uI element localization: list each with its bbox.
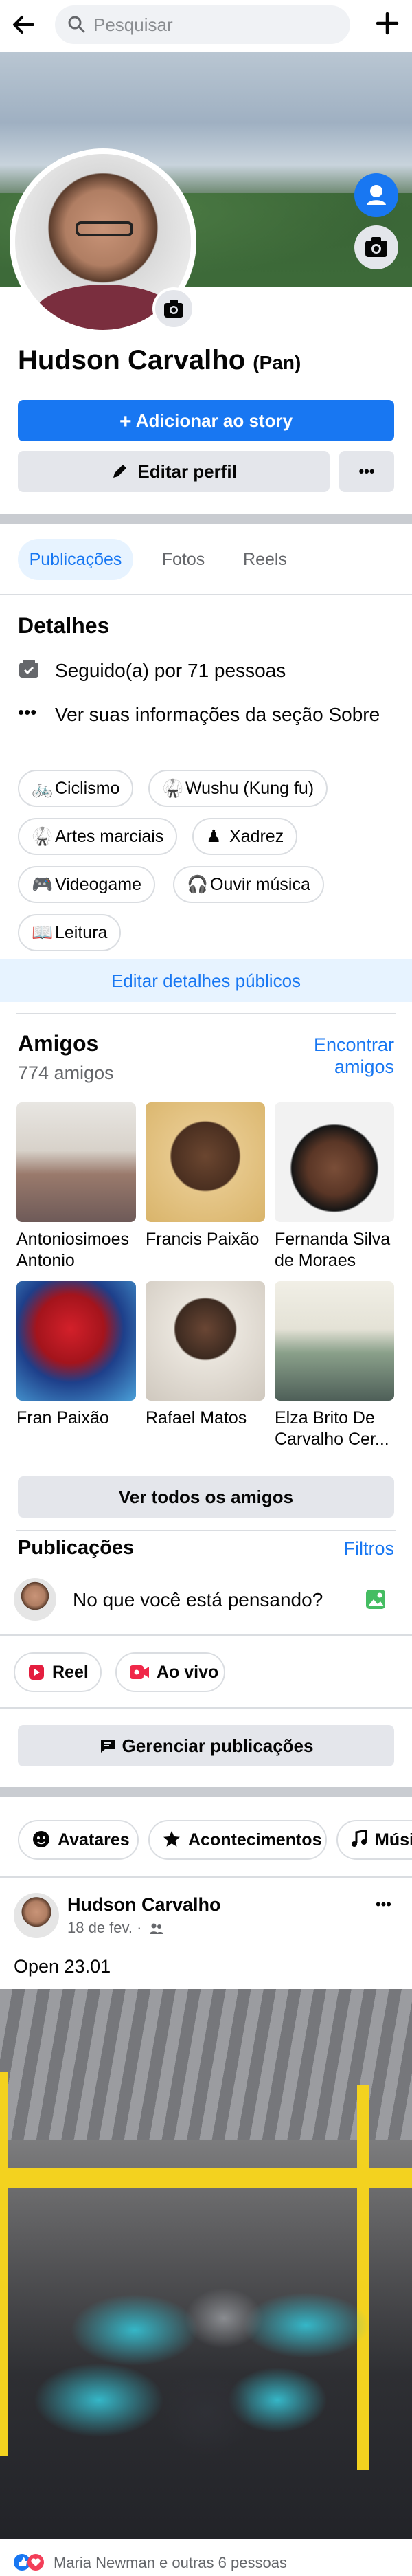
profile-camera-icon[interactable]	[152, 287, 195, 330]
composer-input[interactable]: No que você está pensando?	[73, 1589, 323, 1611]
martial-arts-icon: 🥋	[162, 779, 184, 798]
interest-chip[interactable]: 🎮 Videogame	[18, 866, 156, 903]
details-title: Detalhes	[18, 613, 110, 638]
section-divider	[0, 1787, 412, 1797]
pencil-icon	[111, 454, 128, 495]
see-all-friends-button[interactable]: Ver todos os amigos	[18, 1476, 394, 1518]
martial-arts-icon: 🥋	[32, 827, 54, 846]
interest-chip[interactable]: 📖 Leitura	[18, 914, 122, 951]
star-icon	[162, 1825, 181, 1862]
top-bar	[0, 0, 412, 49]
reactions-summary[interactable]: Maria Newman e outras 6 pessoas	[54, 2554, 287, 2572]
avatar-badge-icon[interactable]	[354, 173, 398, 217]
gamepad-icon: 🎮	[32, 875, 54, 894]
friend-card[interactable]: Elza Brito De Carvalho Cer...	[275, 1281, 394, 1450]
profile-name-text: Hudson Carvalho	[18, 345, 246, 375]
section-divider-thin	[16, 1530, 396, 1531]
manage-posts-button[interactable]: Gerenciar publicações	[18, 1725, 394, 1766]
interest-chip[interactable]: 🥋 Wushu (Kung fu)	[148, 770, 328, 807]
back-arrow-icon[interactable]	[10, 11, 37, 38]
edit-profile-button[interactable]: Editar perfil	[18, 451, 330, 492]
friend-photo[interactable]	[146, 1102, 265, 1222]
plus-icon: +	[119, 410, 132, 433]
avatars-pill[interactable]: Avatares	[18, 1820, 139, 1860]
interest-chip[interactable]: ♟ Xadrez	[192, 818, 298, 855]
profile-nickname: (Pan)	[253, 352, 301, 373]
friend-photo[interactable]	[146, 1281, 265, 1401]
edit-profile-label: Editar perfil	[137, 461, 237, 482]
tab-fotos[interactable]: Fotos	[146, 539, 221, 580]
more-dots-icon: •••	[18, 702, 37, 722]
friend-photo[interactable]	[275, 1281, 394, 1401]
friend-name[interactable]: Fran Paixão	[16, 1408, 136, 1429]
post-author-avatar[interactable]	[14, 1893, 59, 1938]
friend-card[interactable]: Fernanda Silva de Moraes	[275, 1102, 394, 1272]
followers-icon	[18, 658, 40, 680]
add-to-story-button[interactable]: + Adicionar ao story	[18, 400, 394, 441]
friend-photo[interactable]	[275, 1102, 394, 1222]
friend-name[interactable]: Rafael Matos	[146, 1408, 265, 1429]
music-pill[interactable]: Músi	[336, 1820, 412, 1860]
reactions-icons[interactable]	[12, 2553, 51, 2572]
friends-title: Amigos	[18, 1031, 99, 1056]
search-input[interactable]	[93, 5, 341, 44]
find-friends-link[interactable]: Encontrar amigos	[314, 1034, 394, 1078]
tabs-divider	[0, 594, 412, 595]
more-options-button[interactable]: •••	[339, 451, 394, 492]
friend-name[interactable]: Elza Brito De Carvalho Cer...	[275, 1408, 394, 1450]
friend-photo[interactable]	[16, 1281, 136, 1401]
about-link[interactable]: Ver suas informações da seção Sobre	[55, 704, 380, 726]
composer-avatar[interactable]	[14, 1578, 56, 1621]
interest-chip[interactable]: 🥋 Artes marciais	[18, 818, 178, 855]
post-author-name[interactable]: Hudson Carvalho	[67, 1894, 221, 1916]
friend-card[interactable]: Antoniosimoes Antonio	[16, 1102, 136, 1272]
friends-audience-icon	[149, 1921, 164, 1939]
posts-title: Publicações	[18, 1537, 135, 1559]
avatar-face-icon	[32, 1825, 51, 1862]
cover-camera-icon[interactable]	[354, 225, 398, 269]
friend-photo[interactable]	[16, 1102, 136, 1222]
more-dots-icon: •••	[358, 463, 375, 480]
live-button[interactable]: Ao vivo	[115, 1652, 225, 1692]
edit-public-details-button[interactable]: Editar detalhes públicos	[0, 959, 412, 1002]
friend-card[interactable]: Francis Paixão	[146, 1102, 265, 1250]
followed-by-text: Seguido(a) por 71 pessoas	[55, 660, 286, 681]
post-more-options-icon[interactable]: •••	[376, 1896, 391, 1913]
bicycle-icon: 🚲	[32, 779, 54, 798]
post-text: Open 23.01	[14, 1956, 111, 1977]
post-photo[interactable]	[0, 1989, 412, 2539]
life-events-pill[interactable]: Acontecimentos	[148, 1820, 327, 1860]
section-divider-thin	[16, 1013, 396, 1014]
friend-name[interactable]: Fernanda Silva de Moraes	[275, 1229, 394, 1272]
tab-reels[interactable]: Reels	[231, 539, 299, 580]
section-divider	[0, 514, 412, 524]
reel-button[interactable]: Reel	[14, 1652, 102, 1692]
friend-card[interactable]: Rafael Matos	[146, 1281, 265, 1429]
section-divider-thin	[0, 1876, 412, 1878]
add-to-story-label: Adicionar ao story	[135, 410, 293, 431]
section-divider-thin	[0, 1634, 412, 1636]
search-icon	[67, 15, 85, 33]
section-divider-thin	[0, 1707, 412, 1709]
interest-chip[interactable]: 🚲 Ciclismo	[18, 770, 134, 807]
interest-chip[interactable]: 🎧 Ouvir música	[173, 866, 324, 903]
reel-icon	[27, 1657, 45, 1694]
photo-icon[interactable]	[364, 1588, 387, 1611]
headphones-icon: 🎧	[187, 875, 209, 894]
live-video-icon	[129, 1657, 150, 1694]
post-date[interactable]: 18 de fev. ·	[67, 1919, 164, 1939]
tab-publicacoes[interactable]: Publicações	[18, 539, 133, 580]
friend-name[interactable]: Antoniosimoes Antonio	[16, 1229, 136, 1272]
book-icon: 📖	[32, 923, 54, 942]
music-note-icon	[350, 1825, 368, 1862]
profile-name: Hudson Carvalho (Pan)	[18, 345, 301, 376]
search-bar[interactable]	[55, 5, 350, 44]
chess-icon: ♟	[206, 827, 222, 846]
create-plus-icon[interactable]	[372, 10, 402, 40]
friends-count: 774 amigos	[18, 1063, 114, 1083]
chat-icon	[99, 1728, 117, 1769]
friend-name[interactable]: Francis Paixão	[146, 1229, 265, 1250]
friend-card[interactable]: Fran Paixão	[16, 1281, 136, 1429]
filters-link[interactable]: Filtros	[344, 1538, 395, 1559]
